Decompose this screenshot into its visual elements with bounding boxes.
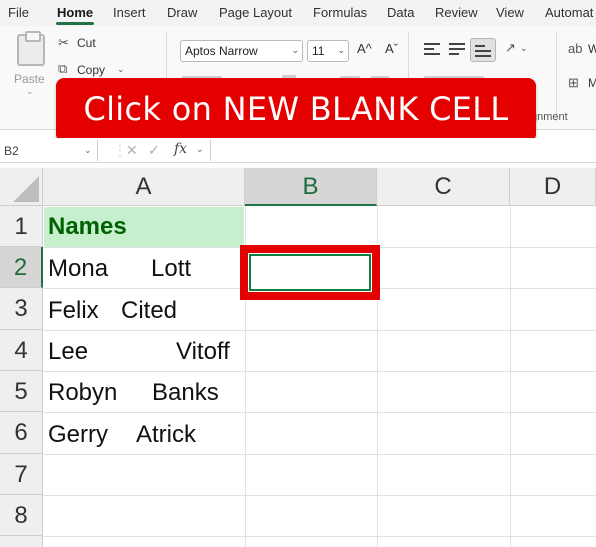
spreadsheet-grid: A B C D 1 2 3 4 5 6 7 8 Names Mona Lott … [0, 168, 596, 547]
orientation-dropdown-icon[interactable]: ⌄ [520, 43, 528, 54]
chevron-down-icon: ⌄ [337, 45, 345, 55]
paste-icon[interactable] [17, 31, 45, 66]
formula-bar: B2 ⌄ ⋮ ✕ ✓ fx ⌄ [0, 138, 596, 163]
last-name: Atrick [136, 421, 196, 448]
alignment-group-label: gnment [531, 111, 568, 123]
scissors-icon[interactable]: ✂ [58, 35, 69, 51]
copy-button-label[interactable]: Copy [77, 63, 105, 77]
align-top-icon[interactable] [424, 43, 440, 55]
row-header-9[interactable] [0, 536, 43, 547]
align-middle-icon[interactable] [449, 43, 465, 55]
tab-data[interactable]: Data [387, 5, 414, 20]
active-tab-indicator [56, 22, 94, 25]
insert-function-icon[interactable]: fx [174, 141, 187, 157]
last-name: Lott [151, 255, 192, 282]
tab-draw[interactable]: Draw [167, 5, 197, 20]
orientation-icon[interactable]: ↗ [505, 40, 516, 56]
copy-icon[interactable]: ⧉ [58, 61, 67, 77]
row-header-7[interactable]: 7 [0, 454, 43, 495]
menu-bar: File Home Insert Draw Page Layout Formul… [0, 0, 596, 26]
paste-button-label[interactable]: Paste [14, 72, 45, 86]
last-name: Cited [121, 297, 178, 324]
font-name-select[interactable]: Aptos Narrow ⌄ [180, 40, 303, 62]
chevron-down-icon[interactable]: ⌄ [84, 145, 92, 156]
last-name: Banks [152, 379, 219, 406]
tab-insert[interactable]: Insert [113, 5, 146, 20]
select-all-button[interactable] [0, 168, 43, 206]
instruction-callout: Click on NEW BLANK CELL [56, 78, 536, 142]
row-header-5[interactable]: 5 [0, 371, 43, 412]
names-header: Names [48, 213, 127, 240]
merge-icon[interactable]: ⊞ [568, 75, 579, 91]
gridline [43, 371, 596, 372]
more-options-icon[interactable]: ⋮ [113, 142, 127, 159]
cut-button-label[interactable]: Cut [77, 36, 96, 50]
wrap-text-icon[interactable]: ab [568, 41, 582, 56]
enter-icon[interactable]: ✓ [148, 142, 160, 159]
merge-label[interactable]: M [588, 76, 596, 90]
callout-text: Click on NEW BLANK CELL [83, 90, 509, 128]
first-name: Gerry [48, 421, 108, 448]
first-name: Robyn [48, 379, 118, 406]
row-header-1[interactable]: 1 [0, 206, 43, 247]
tab-view[interactable]: View [496, 5, 524, 20]
column-header-d[interactable]: D [510, 168, 596, 206]
cell-b2[interactable] [249, 254, 371, 291]
tab-formulas[interactable]: Formulas [313, 5, 367, 20]
chevron-down-icon: ⌄ [291, 45, 299, 55]
chevron-down-icon[interactable]: ⌄ [26, 86, 34, 97]
font-size-value: 11 [312, 44, 325, 58]
group-divider [556, 32, 557, 122]
chevron-down-icon[interactable]: ⌄ [196, 144, 204, 155]
first-name: Lee [48, 338, 89, 365]
font-size-select[interactable]: 11 ⌄ [307, 40, 349, 62]
row-header-2[interactable]: 2 [0, 247, 43, 288]
name-box-value: B2 [4, 144, 19, 158]
first-name: Mona [48, 255, 109, 282]
gridline [43, 412, 596, 413]
name-box[interactable]: B2 ⌄ [0, 140, 98, 161]
tab-file[interactable]: File [8, 5, 29, 20]
align-bottom-button[interactable] [470, 38, 496, 62]
tab-review[interactable]: Review [435, 5, 478, 20]
gridline [43, 454, 596, 455]
first-name: Felix [48, 297, 99, 324]
gridline [43, 536, 596, 537]
row-header-3[interactable]: 3 [0, 288, 43, 330]
column-header-c[interactable]: C [377, 168, 510, 206]
cancel-icon[interactable]: ✕ [126, 142, 138, 159]
column-header-a[interactable]: A [43, 168, 245, 206]
row-header-8[interactable]: 8 [0, 495, 43, 536]
cell-a1[interactable]: Names [44, 207, 244, 247]
font-name-value: Aptos Narrow [185, 44, 258, 58]
row-header-4[interactable]: 4 [0, 330, 43, 371]
formula-input[interactable] [210, 140, 596, 161]
wrap-text-label[interactable]: W [588, 42, 596, 56]
tab-page-layout[interactable]: Page Layout [219, 5, 292, 20]
increase-font-icon[interactable]: A^ [357, 41, 372, 56]
row-header-6[interactable]: 6 [0, 412, 43, 454]
tab-automate[interactable]: Automat [545, 5, 593, 20]
column-header-b[interactable]: B [245, 168, 377, 206]
gridline [43, 330, 596, 331]
copy-dropdown-icon[interactable]: ⌄ [117, 64, 125, 75]
tab-home[interactable]: Home [57, 5, 93, 20]
last-name: Vitoff [176, 338, 230, 365]
gridline [43, 495, 596, 496]
decrease-font-icon[interactable]: Aˇ [385, 41, 398, 56]
